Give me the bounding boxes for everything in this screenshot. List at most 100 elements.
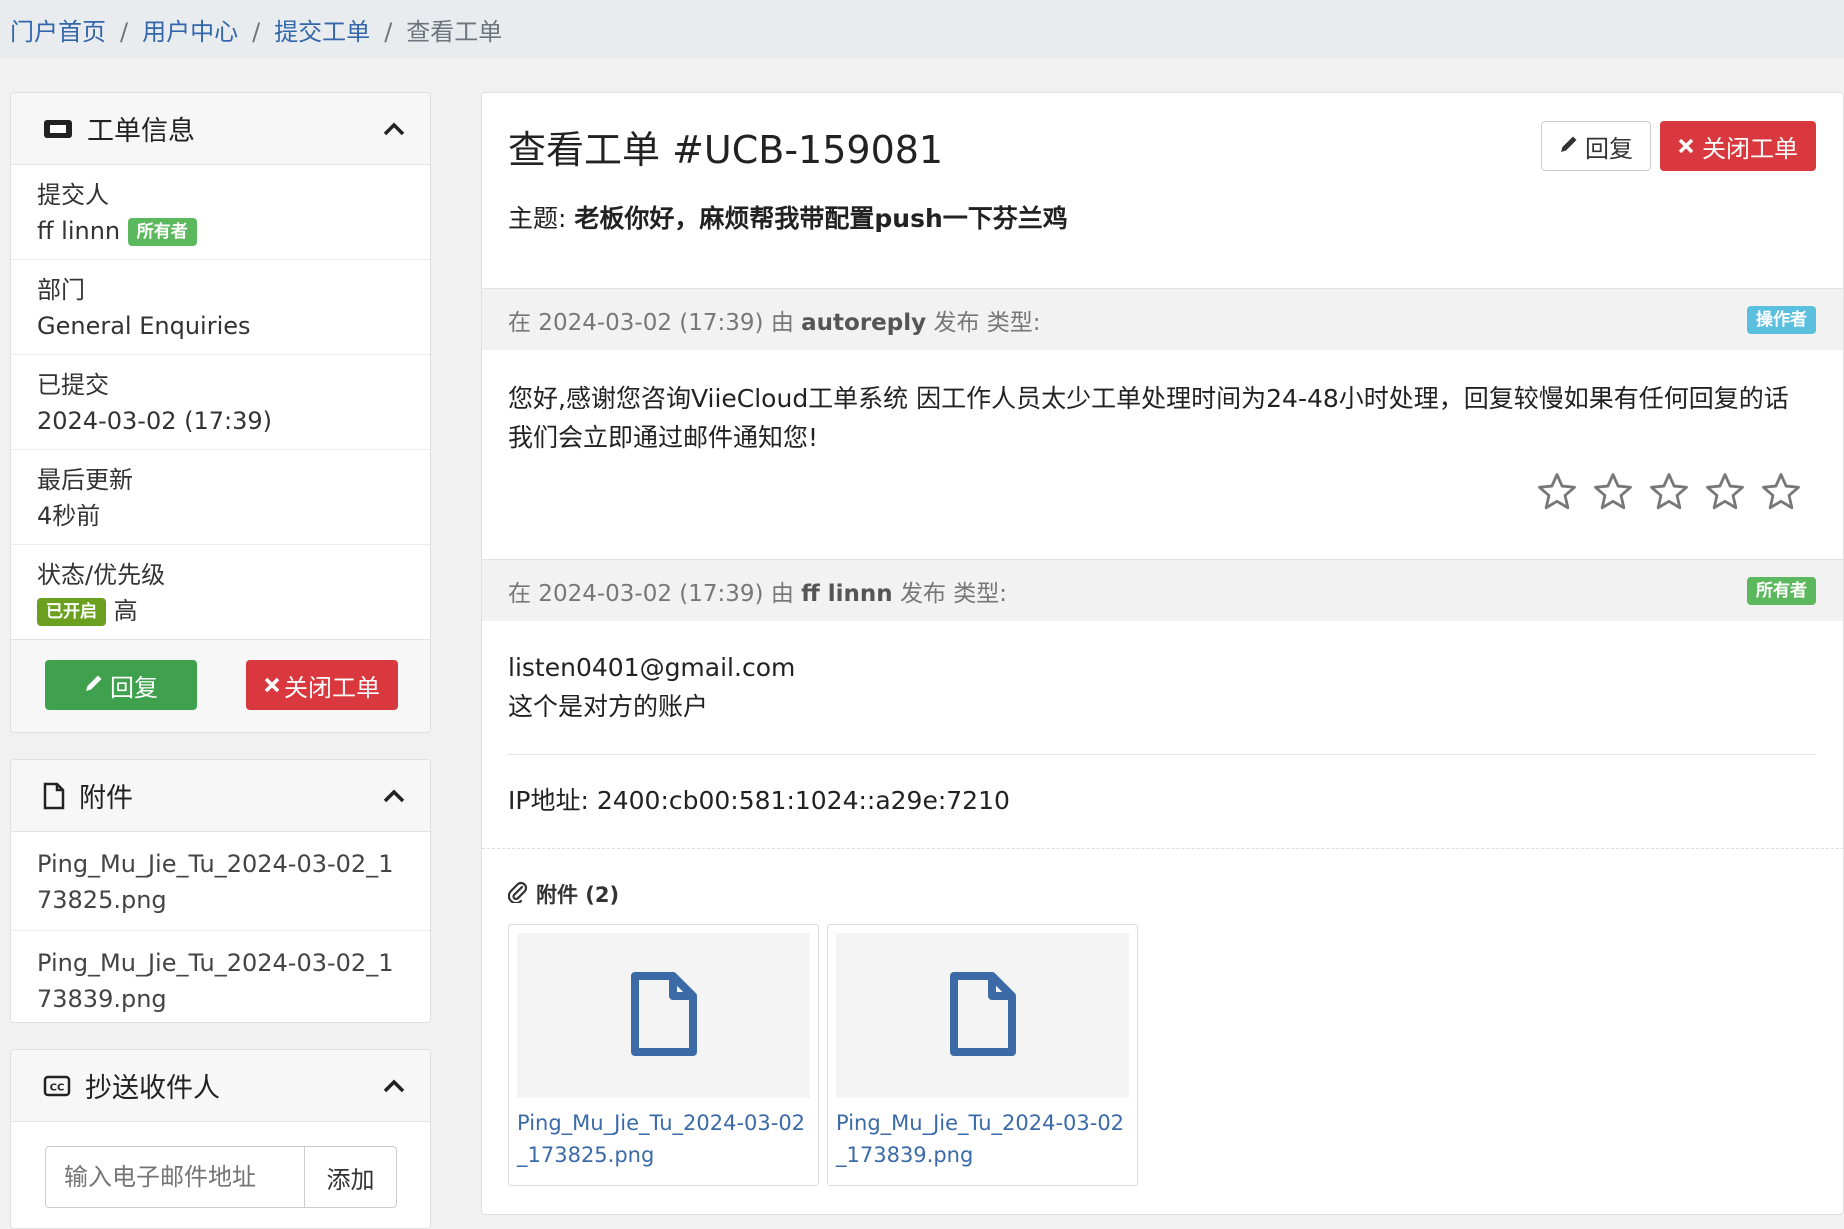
message-header: 在 2024-03-02 (17:39) 由 autoreply 发布 类型: … bbox=[482, 288, 1843, 350]
ip-address: IP地址: 2400:cb00:581:1024::a29e:7210 bbox=[508, 781, 1010, 820]
star-icon[interactable] bbox=[1704, 471, 1746, 517]
close-ticket-button[interactable]: 关闭工单 bbox=[1660, 121, 1816, 171]
message-meta-suffix: 发布 类型: bbox=[933, 309, 1041, 336]
attachment-gallery: Ping_Mu_Jie_Tu_2024-03-02_173825.png Pin… bbox=[508, 924, 1138, 1186]
submitter-item: 提交人 ff linnn 所有者 bbox=[11, 165, 430, 260]
message-meta-prefix: 在 2024-03-02 (17:39) 由 bbox=[508, 309, 794, 336]
breadcrumb-separator: / bbox=[384, 18, 393, 46]
submitter-label: 提交人 bbox=[37, 181, 109, 209]
ticket-info-panel: 工单信息 提交人 ff linnn 所有者 部门 General Enquiri… bbox=[10, 92, 431, 733]
subject-value: 老板你好，麻烦帮我带配置push一下芬兰鸡 bbox=[574, 204, 1068, 233]
department-item: 部门 General Enquiries bbox=[11, 260, 430, 355]
chevron-up-icon[interactable] bbox=[382, 121, 406, 137]
operator-badge: 操作者 bbox=[1747, 305, 1816, 334]
sidebar-close-ticket-button[interactable]: 关闭工单 bbox=[246, 660, 398, 710]
sidebar-reply-label: 回复 bbox=[110, 673, 158, 702]
message-meta-suffix: 发布 类型: bbox=[899, 580, 1008, 607]
close-icon bbox=[264, 671, 280, 699]
department-label: 部门 bbox=[37, 276, 85, 304]
sidebar-attachment-link[interactable]: Ping_Mu_Jie_Tu_2024-03-02_173839.png bbox=[11, 931, 430, 1022]
svg-text:CC: CC bbox=[50, 1082, 65, 1093]
sidebar-attachment-link[interactable]: Ping_Mu_Jie_Tu_2024-03-02_173825.png bbox=[11, 832, 430, 931]
attachments-heading: 附件 (2) bbox=[507, 879, 620, 909]
message-meta: 在 2024-03-02 (17:39) 由 autoreply 发布 类型: bbox=[508, 303, 1747, 337]
ip-label: IP地址: bbox=[508, 786, 589, 815]
divider bbox=[508, 754, 1816, 755]
cc-add-button[interactable]: 添加 bbox=[305, 1146, 397, 1208]
message-meta-prefix: 在 2024-03-02 (17:39) 由 bbox=[508, 580, 794, 607]
divider bbox=[482, 848, 1843, 849]
breadcrumb-current: 查看工单 bbox=[406, 18, 503, 46]
paperclip-icon bbox=[507, 881, 528, 908]
page-title: 查看工单 #UCB-159081 bbox=[508, 128, 944, 172]
close-icon bbox=[1678, 132, 1694, 160]
reply-button[interactable]: 回复 bbox=[1541, 121, 1651, 171]
message-author: autoreply bbox=[801, 309, 927, 336]
department-value: General Enquiries bbox=[37, 312, 251, 340]
submitted-item: 已提交 2024-03-02 (17:39) bbox=[11, 355, 430, 450]
attachment-preview[interactable] bbox=[517, 933, 810, 1098]
last-updated-item: 最后更新 4秒前 bbox=[11, 450, 430, 545]
message-header: 在 2024-03-02 (17:39) 由 ff linnn 发布 类型: 所… bbox=[482, 559, 1843, 621]
attachment-thumbnail[interactable]: Ping_Mu_Jie_Tu_2024-03-02_173839.png bbox=[827, 924, 1138, 1186]
attachments-count-label: 附件 (2) bbox=[536, 883, 620, 907]
file-icon bbox=[43, 782, 65, 810]
attachment-filename-link[interactable]: Ping_Mu_Jie_Tu_2024-03-02_173825.png bbox=[517, 1107, 807, 1171]
owner-badge: 所有者 bbox=[1747, 576, 1816, 605]
submitted-label: 已提交 bbox=[37, 371, 109, 399]
attachment-thumbnail[interactable]: Ping_Mu_Jie_Tu_2024-03-02_173825.png bbox=[508, 924, 819, 1186]
cc-email-form: 添加 bbox=[45, 1146, 397, 1208]
subject-label: 主题: bbox=[508, 204, 567, 233]
cc-email-input[interactable] bbox=[45, 1146, 305, 1208]
cc-recipients-title: 抄送收件人 bbox=[85, 1073, 220, 1104]
breadcrumb-user-center[interactable]: 用户中心 bbox=[142, 18, 238, 46]
breadcrumb: 门户首页 / 用户中心 / 提交工单 / 查看工单 bbox=[0, 0, 1844, 58]
reply-label: 回复 bbox=[1585, 134, 1633, 163]
sidebar-close-ticket-label: 关闭工单 bbox=[284, 673, 380, 702]
owner-badge: 所有者 bbox=[127, 218, 197, 246]
cc-recipients-header[interactable]: CC 抄送收件人 bbox=[11, 1050, 430, 1122]
ticket-main-panel: 查看工单 #UCB-159081 回复 关闭工单 主题: 老板你好，麻烦帮我带配… bbox=[481, 92, 1844, 1215]
submitted-value: 2024-03-02 (17:39) bbox=[37, 407, 272, 435]
status-priority-item: 状态/优先级 已开启 高 bbox=[11, 545, 430, 640]
last-updated-value: 4秒前 bbox=[37, 502, 101, 530]
ticket-info-title: 工单信息 bbox=[87, 116, 195, 147]
ticket-icon bbox=[43, 118, 73, 140]
star-icon[interactable] bbox=[1536, 471, 1578, 517]
attachments-title: 附件 bbox=[79, 783, 133, 814]
cc-recipients-panel: CC 抄送收件人 添加 bbox=[10, 1049, 431, 1229]
message-author: ff linnn bbox=[801, 580, 893, 607]
message-text-line: 这个是对方的账户 bbox=[508, 692, 709, 721]
message-email-line: listen0401@gmail.com bbox=[508, 653, 796, 682]
pencil-icon bbox=[84, 671, 104, 699]
attachment-filename-link[interactable]: Ping_Mu_Jie_Tu_2024-03-02_173839.png bbox=[836, 1107, 1126, 1171]
attachments-header[interactable]: 附件 bbox=[11, 760, 430, 832]
sidebar-reply-button[interactable]: 回复 bbox=[45, 660, 197, 710]
priority-value: 高 bbox=[113, 597, 138, 625]
close-ticket-label: 关闭工单 bbox=[1702, 134, 1798, 163]
star-icon[interactable] bbox=[1648, 471, 1690, 517]
message-body: 您好,感谢您咨询ViieCloud工单系统 因工作人员太少工单处理时间为24-4… bbox=[508, 384, 1789, 452]
message-body: listen0401@gmail.com 这个是对方的账户 bbox=[508, 648, 795, 726]
breadcrumb-separator: / bbox=[252, 18, 261, 46]
file-icon bbox=[629, 970, 699, 1062]
status-badge: 已开启 bbox=[37, 598, 106, 626]
status-priority-label: 状态/优先级 bbox=[37, 561, 166, 589]
chevron-up-icon[interactable] bbox=[382, 1078, 406, 1094]
breadcrumb-home[interactable]: 门户首页 bbox=[10, 18, 106, 46]
star-icon[interactable] bbox=[1592, 471, 1634, 517]
message-meta: 在 2024-03-02 (17:39) 由 ff linnn 发布 类型: bbox=[508, 574, 1747, 608]
last-updated-label: 最后更新 bbox=[37, 466, 133, 494]
attachments-panel: 附件 Ping_Mu_Jie_Tu_2024-03-02_173825.png … bbox=[10, 759, 431, 1023]
ticket-info-footer: 回复 关闭工单 bbox=[11, 640, 430, 732]
breadcrumb-submit-ticket[interactable]: 提交工单 bbox=[274, 18, 370, 46]
submitter-name: ff linnn bbox=[37, 217, 121, 245]
chevron-up-icon[interactable] bbox=[382, 788, 406, 804]
star-icon[interactable] bbox=[1760, 471, 1802, 517]
ticket-info-header[interactable]: 工单信息 bbox=[11, 93, 430, 165]
ip-value: 2400:cb00:581:1024::a29e:7210 bbox=[596, 786, 1010, 815]
breadcrumb-separator: / bbox=[120, 18, 129, 46]
rating-stars bbox=[1522, 471, 1802, 517]
attachment-preview[interactable] bbox=[836, 933, 1129, 1098]
closed-captions-icon: CC bbox=[43, 1075, 71, 1097]
